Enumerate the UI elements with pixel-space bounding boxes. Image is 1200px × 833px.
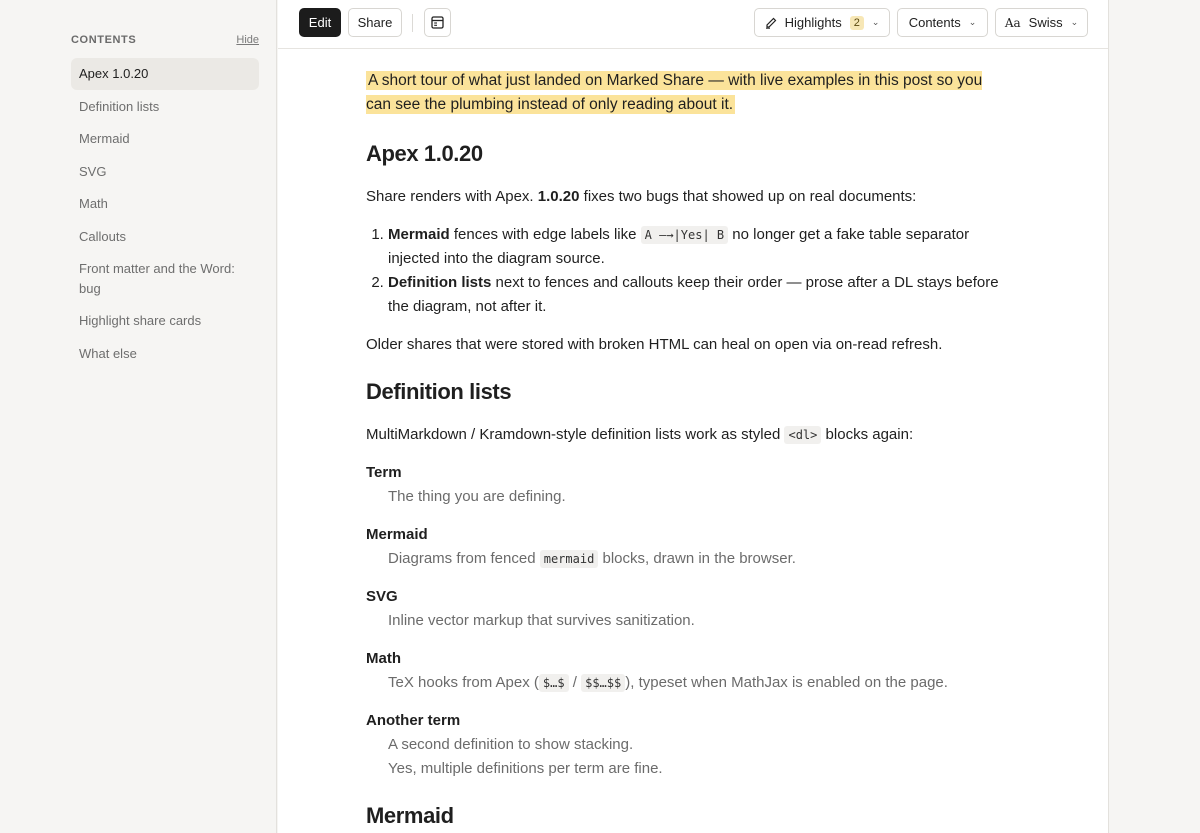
font-label: Swiss bbox=[1028, 15, 1063, 30]
chevron-down-icon: ⌄ bbox=[1070, 17, 1079, 27]
inline-code: A —→|Yes| B bbox=[640, 226, 729, 244]
font-glyph-icon: Aa bbox=[1004, 15, 1021, 30]
definition-term: Mermaid bbox=[366, 526, 428, 543]
definition-description: A second definition to show stacking. bbox=[388, 736, 634, 753]
chevron-down-icon: ⌄ bbox=[871, 17, 880, 27]
list-item: Definition lists next to fences and call… bbox=[388, 271, 1006, 319]
definition-term: SVG bbox=[366, 588, 398, 605]
inline-code: <dl> bbox=[784, 426, 822, 444]
sidebar-header: CONTENTS Hide bbox=[71, 33, 259, 47]
highlights-dropdown[interactable]: Highlights 2 ⌄ bbox=[754, 8, 890, 37]
contents-dropdown[interactable]: Contents ⌄ bbox=[897, 8, 988, 37]
toc-item-callouts[interactable]: Callouts bbox=[71, 221, 259, 253]
apex-intro: Share renders with Apex. 1.0.20 fixes tw… bbox=[366, 188, 917, 205]
definition-description: The thing you are defining. bbox=[388, 488, 566, 505]
chevron-down-icon: ⌄ bbox=[968, 17, 977, 27]
apex-fixes-list: Mermaid fences with edge labels like A —… bbox=[388, 223, 1006, 319]
highlights-label: Highlights bbox=[784, 15, 842, 30]
toc-item-front-matter[interactable]: Front matter and the Word: bug bbox=[71, 253, 259, 304]
layout-icon bbox=[431, 16, 444, 29]
heading-apex: Apex 1.0.20 bbox=[366, 141, 483, 166]
definition-description: Inline vector markup that survives sanit… bbox=[388, 612, 695, 629]
font-dropdown[interactable]: Aa Swiss ⌄ bbox=[995, 8, 1088, 37]
inline-code: $$…$$ bbox=[581, 674, 626, 692]
highlighted-text[interactable]: A short tour of what just landed on Mark… bbox=[366, 71, 983, 114]
deflists-intro: MultiMarkdown / Kramdown-style definitio… bbox=[366, 426, 914, 444]
definition-description: Diagrams from fenced mermaid blocks, dra… bbox=[388, 550, 796, 568]
edit-button[interactable]: Edit bbox=[299, 8, 341, 37]
toc-item-apex[interactable]: Apex 1.0.20 bbox=[71, 58, 259, 90]
document-panel: Edit Share Highlights 2 ⌄ Contents ⌄ Aa … bbox=[278, 0, 1109, 833]
toc-item-what-else[interactable]: What else bbox=[71, 338, 259, 370]
list-item: Mermaid fences with edge labels like A —… bbox=[388, 223, 1006, 271]
toolbar: Edit Share Highlights 2 ⌄ Contents ⌄ Aa … bbox=[278, 0, 1108, 49]
definition-term: Another term bbox=[366, 712, 461, 729]
toc-item-math[interactable]: Math bbox=[71, 188, 259, 220]
definition-term: Term bbox=[366, 464, 402, 481]
toc-item-mermaid[interactable]: Mermaid bbox=[71, 123, 259, 155]
hide-sidebar-link[interactable]: Hide bbox=[236, 34, 259, 46]
definition-description: Yes, multiple definitions per term are f… bbox=[388, 760, 663, 777]
definition-term: Math bbox=[366, 650, 401, 667]
contents-sidebar: CONTENTS Hide Apex 1.0.20 Definition lis… bbox=[0, 0, 277, 833]
heading-definition-lists: Definition lists bbox=[366, 379, 512, 404]
toc-item-definition-lists[interactable]: Definition lists bbox=[71, 91, 259, 123]
lede-paragraph: A short tour of what just landed on Mark… bbox=[366, 69, 1006, 117]
toc-list: Apex 1.0.20 Definition lists Mermaid SVG… bbox=[71, 58, 259, 370]
toc-item-highlight-share-cards[interactable]: Highlight share cards bbox=[71, 305, 259, 337]
definition-list: Term The thing you are defining. Mermaid… bbox=[366, 461, 1006, 781]
inline-code: $…$ bbox=[538, 674, 569, 692]
inline-code: mermaid bbox=[539, 550, 599, 568]
highlighter-icon bbox=[765, 17, 776, 29]
share-button[interactable]: Share bbox=[348, 8, 402, 37]
apex-outro: Older shares that were stored with broke… bbox=[366, 336, 943, 353]
highlights-count-badge: 2 bbox=[849, 15, 864, 30]
layout-toggle-button[interactable] bbox=[424, 8, 451, 37]
definition-description: TeX hooks from Apex ($…$ / $$…$$), types… bbox=[388, 674, 948, 692]
heading-mermaid: Mermaid bbox=[366, 803, 454, 828]
contents-label: Contents bbox=[908, 15, 961, 30]
toolbar-divider bbox=[412, 14, 413, 32]
toc-item-svg[interactable]: SVG bbox=[71, 156, 259, 188]
sidebar-title: CONTENTS bbox=[71, 34, 137, 46]
article-body: A short tour of what just landed on Mark… bbox=[366, 69, 1006, 833]
